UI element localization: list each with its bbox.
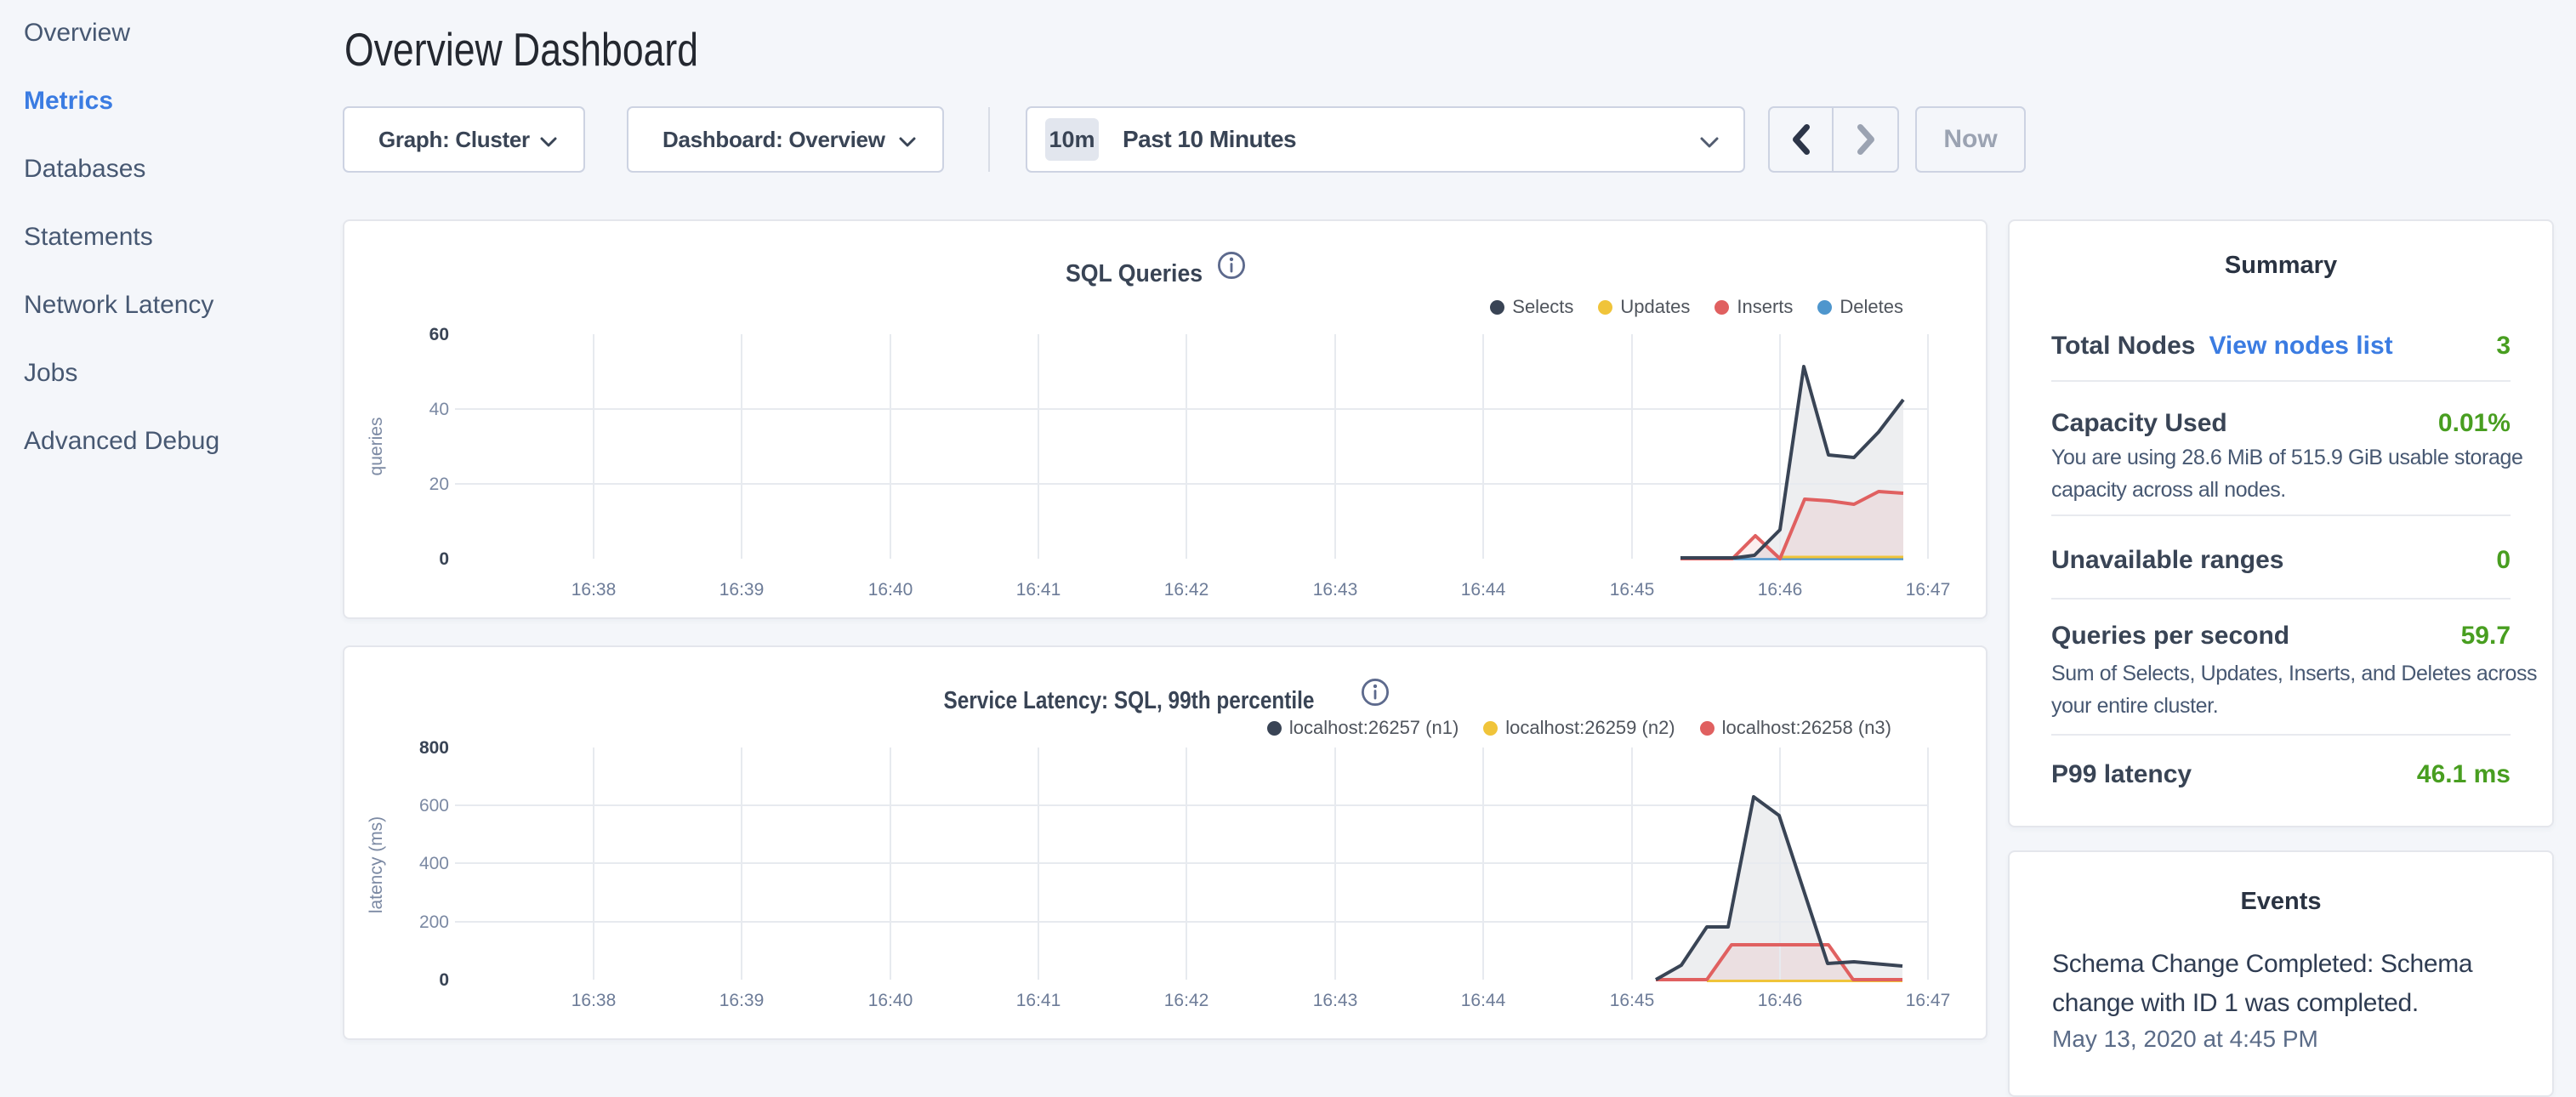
svg-text:16:38: 16:38 (571, 580, 617, 600)
svg-text:0: 0 (439, 549, 449, 569)
svg-text:16:39: 16:39 (719, 580, 765, 600)
svg-text:600: 600 (419, 796, 449, 816)
svg-text:16:39: 16:39 (719, 991, 765, 1010)
svg-text:16:40: 16:40 (868, 991, 913, 1010)
svg-text:16:44: 16:44 (1461, 580, 1506, 600)
svg-text:16:42: 16:42 (1164, 580, 1209, 600)
svg-text:16:44: 16:44 (1461, 991, 1506, 1010)
svg-text:16:41: 16:41 (1016, 991, 1061, 1010)
svg-text:16:43: 16:43 (1313, 991, 1358, 1010)
svg-text:60: 60 (429, 325, 449, 344)
svg-text:20: 20 (429, 475, 449, 494)
svg-text:16:38: 16:38 (571, 991, 617, 1010)
svg-text:16:45: 16:45 (1610, 580, 1655, 600)
svg-text:40: 40 (429, 400, 449, 419)
svg-text:0: 0 (439, 970, 449, 990)
svg-text:16:47: 16:47 (1906, 991, 1951, 1010)
svg-text:800: 800 (419, 738, 449, 758)
svg-text:400: 400 (419, 854, 449, 873)
svg-text:queries: queries (367, 418, 386, 476)
svg-text:16:45: 16:45 (1610, 991, 1655, 1010)
svg-text:16:41: 16:41 (1016, 580, 1061, 600)
svg-text:16:46: 16:46 (1758, 580, 1803, 600)
svg-text:16:43: 16:43 (1313, 580, 1358, 600)
svg-text:latency (ms): latency (ms) (367, 816, 386, 913)
svg-text:200: 200 (419, 912, 449, 932)
svg-text:16:42: 16:42 (1164, 991, 1209, 1010)
svg-text:16:46: 16:46 (1758, 991, 1803, 1010)
svg-text:16:40: 16:40 (868, 580, 913, 600)
svg-text:16:47: 16:47 (1906, 580, 1951, 600)
